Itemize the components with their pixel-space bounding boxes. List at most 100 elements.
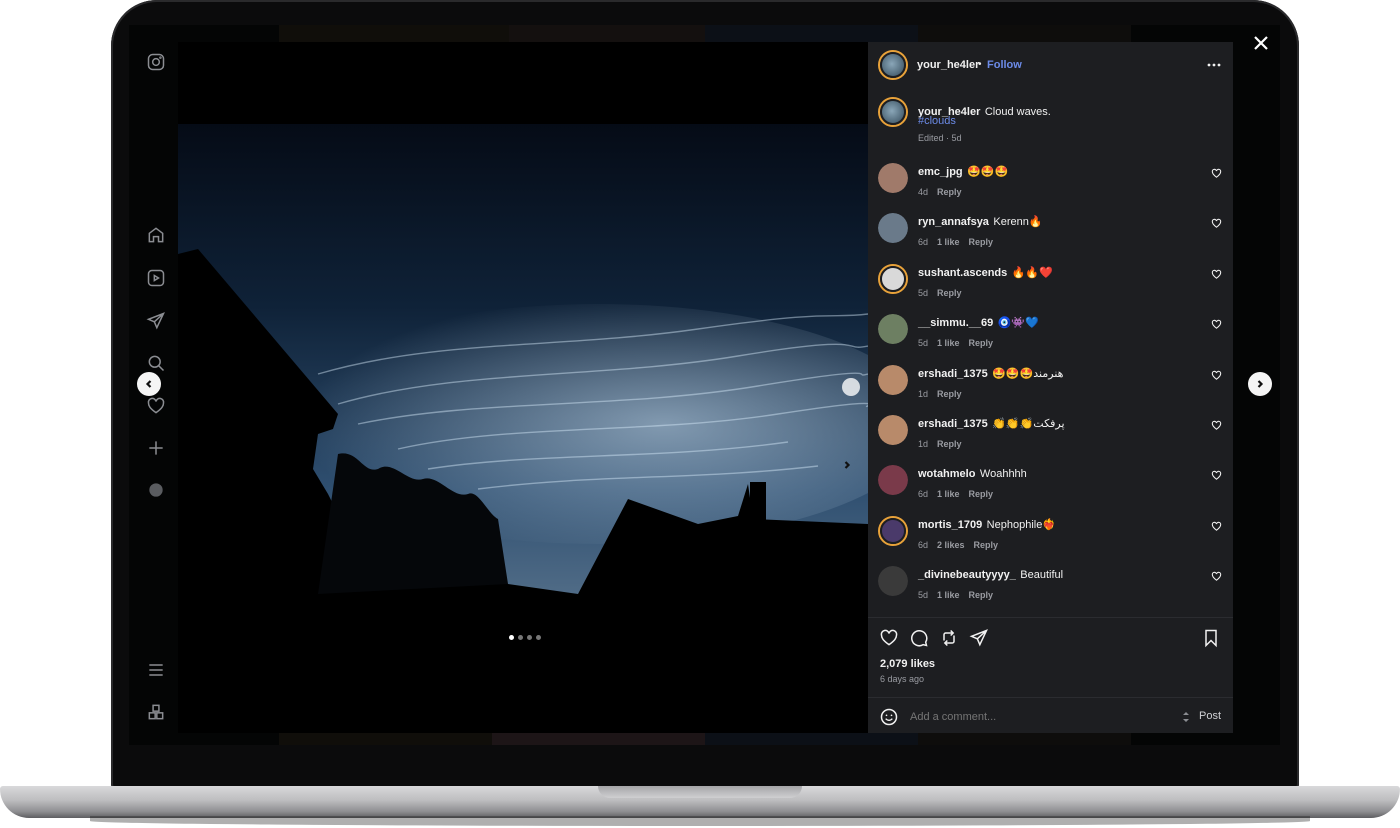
author-username[interactable]: your_he4ler — [917, 59, 979, 71]
comment-text: Woahhhh — [979, 468, 1027, 481]
comment-heart-icon[interactable] — [1211, 420, 1222, 431]
next-image-button[interactable] — [842, 378, 860, 469]
messages-icon[interactable] — [145, 310, 167, 332]
create-plus-icon[interactable] — [145, 437, 167, 459]
comment-line: _divinebeautyyyy_ Beautiful — [918, 565, 1063, 583]
comment-meta: 6d 1 like Reply — [918, 232, 1002, 250]
header-separator: • — [978, 59, 982, 70]
comment-text: Nephophile❤️‍🔥 — [986, 518, 1057, 531]
menu-icon[interactable] — [145, 659, 167, 681]
next-post-button[interactable] — [1248, 372, 1272, 396]
post-header: your_he4ler • Follow — [868, 42, 1233, 88]
comment-username[interactable]: sushant.ascends — [918, 267, 1007, 279]
commenter-avatar[interactable] — [878, 515, 908, 546]
author-avatar[interactable] — [878, 97, 908, 127]
comment-heart-icon[interactable] — [1211, 470, 1222, 481]
comment-row: _divinebeautyyyy_ Beautiful 5d 1 like Reply — [868, 563, 1233, 613]
comment-likes[interactable]: 2 likes — [937, 540, 965, 550]
comment-likes[interactable]: 1 like — [937, 338, 960, 348]
comment-row: __simmu.__69 🧿👾💙 5d 1 like Reply — [868, 311, 1233, 361]
bookmark-icon[interactable] — [1201, 628, 1223, 650]
carousel-dots — [509, 635, 541, 640]
likes-count[interactable]: 2,079 likes — [880, 658, 935, 670]
author-avatar[interactable] — [878, 50, 908, 80]
reply-button[interactable]: Reply — [937, 288, 962, 298]
home-icon[interactable] — [145, 224, 167, 246]
profile-avatar-icon[interactable] — [145, 479, 167, 501]
comment-heart-icon[interactable] — [1211, 571, 1222, 582]
chevron-right-icon — [844, 461, 851, 469]
reply-button[interactable]: Reply — [969, 489, 994, 499]
reply-button[interactable]: Reply — [937, 389, 962, 399]
comment-line: __simmu.__69 🧿👾💙 — [918, 313, 1039, 331]
comment-username[interactable]: emc_jpg — [918, 166, 963, 178]
follow-button[interactable]: Follow — [987, 59, 1022, 71]
chevron-right-icon — [1257, 380, 1264, 388]
comment-meta: 5d Reply — [918, 283, 971, 301]
post-actions — [868, 617, 1233, 657]
comment-heart-icon[interactable] — [1211, 269, 1222, 280]
search-icon[interactable] — [145, 352, 167, 374]
emoji-icon[interactable] — [879, 707, 899, 727]
comment-age: 5d — [918, 590, 929, 601]
carousel-dot — [527, 635, 532, 640]
caption-hashtag[interactable]: #clouds — [918, 115, 956, 127]
commenter-avatar[interactable] — [878, 213, 908, 244]
post-comment-button[interactable]: Post — [1199, 710, 1221, 722]
comment-row: wotahmelo Woahhhh 6d 1 like Reply — [868, 462, 1233, 512]
commenter-avatar[interactable] — [878, 263, 908, 294]
instagram-logo-icon[interactable] — [145, 51, 167, 73]
reply-button[interactable]: Reply — [969, 237, 994, 247]
close-icon[interactable] — [1251, 33, 1271, 53]
comment-row: ryn_annafsya Kerenn🔥 6d 1 like Reply — [868, 210, 1233, 260]
carousel-dot — [536, 635, 541, 640]
share-icon[interactable] — [969, 628, 991, 650]
reels-icon[interactable] — [145, 267, 167, 289]
comment-username[interactable]: mortis_1709 — [918, 519, 982, 531]
more-apps-icon[interactable] — [145, 701, 167, 723]
heart-icon[interactable] — [879, 628, 901, 650]
comment-username[interactable]: ershadi_1375 — [918, 368, 988, 380]
commenter-avatar[interactable] — [878, 364, 908, 395]
comment-heart-icon[interactable] — [1211, 218, 1222, 229]
comment-meta: 1d Reply — [918, 434, 971, 452]
comment-heart-icon[interactable] — [1211, 319, 1222, 330]
comment-username[interactable]: ryn_annafsya — [918, 216, 989, 228]
comment-username[interactable]: ershadi_1375 — [918, 418, 988, 430]
comment-likes[interactable]: 1 like — [937, 590, 960, 600]
reply-button[interactable]: Reply — [969, 338, 994, 348]
comment-input[interactable] — [910, 709, 1130, 725]
commenter-avatar[interactable] — [878, 163, 908, 193]
more-horizontal-icon[interactable] — [1207, 62, 1221, 68]
notifications-heart-icon[interactable] — [145, 395, 167, 417]
comment-age: 5d — [918, 287, 929, 298]
commenter-avatar[interactable] — [878, 314, 908, 345]
comment-username[interactable]: wotahmelo — [918, 468, 975, 480]
reply-button[interactable]: Reply — [974, 540, 999, 550]
repost-icon[interactable] — [939, 628, 961, 650]
comment-meta: 4d Reply — [918, 182, 971, 200]
reply-button[interactable]: Reply — [937, 439, 962, 449]
comment-line: ershadi_1375 👏👏👏پرفکت — [918, 414, 1065, 432]
post-modal: your_he4ler • Follow your_he4ler Cloud w… — [178, 42, 1233, 733]
caption-text: Cloud waves. — [984, 106, 1051, 118]
reply-button[interactable]: Reply — [969, 590, 994, 600]
comment-heart-icon[interactable] — [1211, 168, 1222, 179]
comment-icon[interactable] — [909, 628, 931, 650]
comment-heart-icon[interactable] — [1211, 521, 1222, 532]
comment-username[interactable]: __simmu.__69 — [918, 317, 993, 329]
commenter-avatar[interactable] — [878, 465, 908, 496]
comment-likes[interactable]: 1 like — [937, 237, 960, 247]
comment-meta: 6d 2 likes Reply — [918, 535, 1007, 553]
post-photo[interactable] — [178, 42, 868, 733]
previous-post-button[interactable] — [137, 372, 161, 396]
commenter-avatar[interactable] — [878, 415, 908, 445]
comment-line: mortis_1709 Nephophile❤️‍🔥 — [918, 515, 1056, 533]
comment-likes[interactable]: 1 like — [937, 489, 960, 499]
comment-heart-icon[interactable] — [1211, 370, 1222, 381]
comment-text: 🔥🔥❤️ — [1011, 266, 1053, 279]
reply-button[interactable]: Reply — [937, 187, 962, 197]
commenter-avatar[interactable] — [878, 566, 908, 597]
comment-row: ershadi_1375 🤩🤩🤩هنرمند 1d Reply — [868, 362, 1233, 412]
comment-username[interactable]: _divinebeautyyyy_ — [918, 569, 1016, 581]
